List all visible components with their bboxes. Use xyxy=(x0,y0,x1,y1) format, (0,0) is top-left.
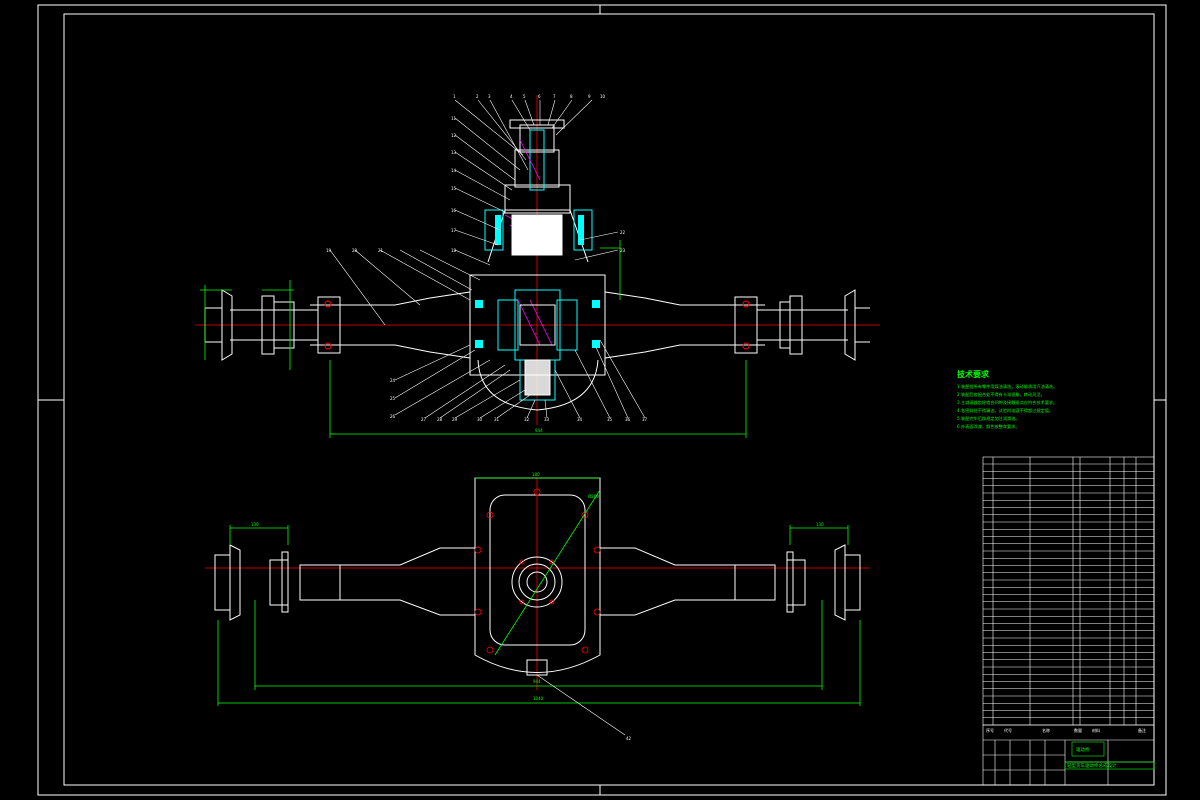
callout-28: 28 xyxy=(437,417,443,422)
header-no: 序号 xyxy=(986,727,994,733)
callout-37: 37 xyxy=(642,417,648,422)
cad-drawing-canvas: 944 1 2 3 4 5 6 7 8 9 10 11 12 13 14 15 … xyxy=(37,4,1167,796)
callout-31: 31 xyxy=(494,417,500,422)
callout-2: 2 xyxy=(476,94,479,99)
callout-19: 19 xyxy=(326,248,332,253)
callout-20: 20 xyxy=(352,248,358,253)
callout-33: 33 xyxy=(544,417,550,422)
callout-11: 11 xyxy=(451,116,457,121)
callout-29: 29 xyxy=(452,417,458,422)
title-block xyxy=(982,724,1155,786)
callout-5: 5 xyxy=(523,94,526,99)
callouts-right-column: 22 23 xyxy=(620,230,626,253)
callout-21: 21 xyxy=(378,248,384,253)
callout-8: 8 xyxy=(570,94,573,99)
callout-16: 16 xyxy=(451,208,457,213)
dim-left-flange: 130 xyxy=(251,522,259,527)
parts-list xyxy=(982,456,1155,726)
callout-23: 23 xyxy=(620,248,626,253)
callout-3: 3 xyxy=(488,94,491,99)
drawing-subtitle: 轻型货车驱动桥总成设计 xyxy=(1067,762,1117,769)
callout-30: 30 xyxy=(477,417,483,422)
dim-housing-width: 180 xyxy=(532,472,540,477)
callout-4: 4 xyxy=(510,94,513,99)
dim-track-top: 944 xyxy=(535,428,543,433)
plan-view: 944 1040 130 130 180 Ø260 42 xyxy=(205,472,870,741)
callout-6: 6 xyxy=(538,94,541,99)
callout-32: 32 xyxy=(524,417,530,422)
header-remark: 备注 xyxy=(1138,727,1146,733)
callout-14: 14 xyxy=(451,168,457,173)
callouts-top-row: 1 2 3 4 5 6 7 8 9 10 xyxy=(453,94,606,99)
tech-note-2: 2.装配后各配合处不得有卡滞现象，转动灵活。 xyxy=(957,391,1045,398)
tech-note-3: 3.主减速器齿轮啮合间隙及接触斑点应符合技术要求。 xyxy=(957,399,1057,406)
tech-note-4: 4.各密封处不得漏油，试验时油温不得超过规定值。 xyxy=(957,407,1053,414)
callout-18: 18 xyxy=(451,248,457,253)
callout-1: 1 xyxy=(453,94,456,99)
dim-housing-diag: Ø260 xyxy=(588,494,599,499)
callout-17: 17 xyxy=(451,228,457,233)
callout-35: 35 xyxy=(607,417,613,422)
dim-track-bottom: 944 xyxy=(533,679,541,684)
callout-9: 9 xyxy=(588,94,591,99)
technical-notes: 技术要求 1.装配前所有零件用煤油清洗，滚动轴承用汽油清洗。 2.装配后各配合处… xyxy=(957,369,1057,430)
tech-note-5: 5.装配完毕后按规定加注润滑油。 xyxy=(957,415,1020,422)
header-code: 代号 xyxy=(1004,727,1012,733)
dim-right-flange: 130 xyxy=(816,522,824,527)
callout-10: 10 xyxy=(600,94,606,99)
drawing-name: 驱动桥 xyxy=(1076,746,1090,753)
callout-15: 15 xyxy=(451,186,457,191)
tech-note-1: 1.装配前所有零件用煤油清洗，滚动轴承用汽油清洗。 xyxy=(957,383,1057,390)
section-view: 944 1 2 3 4 5 6 7 8 9 10 11 12 13 14 15 … xyxy=(195,94,880,438)
callout-26: 26 xyxy=(390,414,396,419)
callouts-left-column: 11 12 13 14 15 16 17 18 19 20 21 xyxy=(326,116,457,253)
callout-25: 25 xyxy=(390,396,396,401)
header-qty: 数量 xyxy=(1074,727,1082,733)
callout-27: 27 xyxy=(421,417,427,422)
callout-12: 12 xyxy=(451,133,457,138)
callout-36: 36 xyxy=(625,417,631,422)
callout-22: 22 xyxy=(620,230,626,235)
header-material: 材料 xyxy=(1092,727,1100,733)
tech-note-6: 6.外表面涂漆，颜色按整车要求。 xyxy=(957,423,1020,430)
callout-34: 34 xyxy=(577,417,583,422)
callout-24: 24 xyxy=(390,378,396,383)
dim-overall-bottom: 1040 xyxy=(533,696,544,701)
callout-13: 13 xyxy=(451,150,457,155)
header-name: 名称 xyxy=(1042,727,1050,733)
callout-42: 42 xyxy=(626,736,632,741)
parts-list-headers: 代号 序号 名称 数量 材料 备注 xyxy=(986,727,1146,733)
tech-notes-title: 技术要求 xyxy=(957,369,990,379)
callout-7: 7 xyxy=(553,94,556,99)
